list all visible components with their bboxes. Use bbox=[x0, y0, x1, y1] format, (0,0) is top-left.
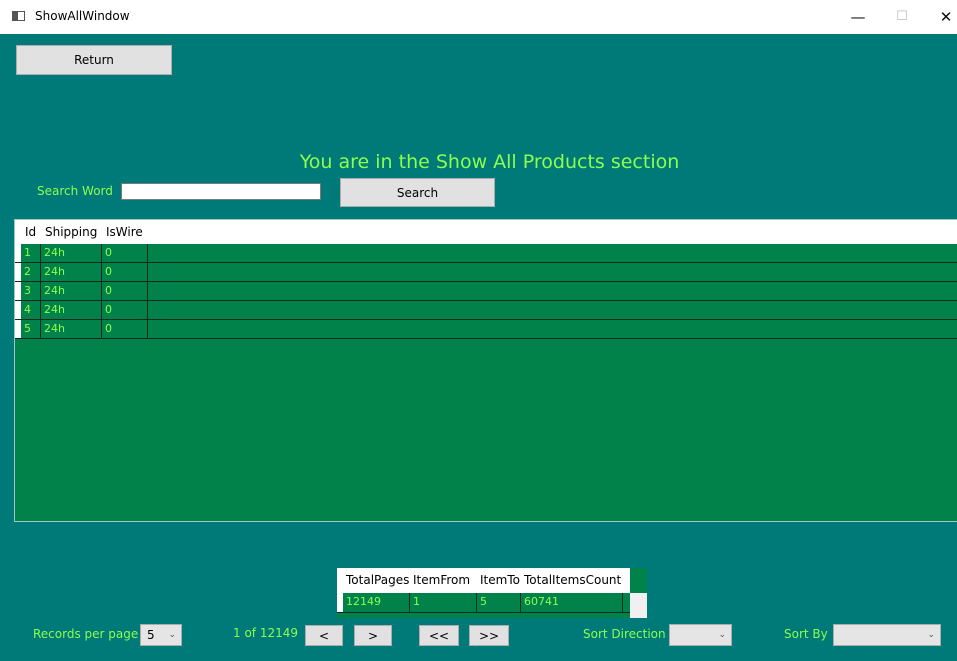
close-button[interactable]: ✕ bbox=[926, 4, 957, 30]
sort-by-select[interactable]: ⌄ bbox=[833, 624, 941, 646]
chevron-down-icon: ⌄ bbox=[168, 630, 176, 640]
window-client-area: Return You are in the Show All Products … bbox=[0, 34, 957, 661]
sort-direction-select[interactable]: ⌄ bbox=[669, 624, 732, 646]
minimize-button[interactable]: — bbox=[838, 4, 878, 30]
table-row[interactable]: 3 24h 0 bbox=[15, 282, 957, 301]
records-per-page-select[interactable]: 5 ⌄ bbox=[140, 624, 182, 646]
cell-shipping: 24h bbox=[41, 320, 102, 338]
cell-shipping: 24h bbox=[41, 301, 102, 319]
column-header-id[interactable]: Id bbox=[21, 220, 41, 244]
cell-shipping: 24h bbox=[41, 244, 102, 262]
prev-page-button[interactable]: < bbox=[305, 625, 343, 646]
sort-direction-label: Sort Direction bbox=[583, 627, 666, 641]
pagination-stats-grid[interactable]: TotalPages ItemFrom ItemTo TotalItemsCou… bbox=[337, 568, 647, 618]
page-heading: You are in the Show All Products section bbox=[0, 151, 957, 173]
page-info: 1 of 12149 bbox=[233, 626, 299, 640]
cell-iswire: 0 bbox=[102, 244, 148, 262]
column-header-totalpages[interactable]: TotalPages bbox=[343, 568, 409, 593]
cell-id: 4 bbox=[21, 301, 41, 319]
first-page-button[interactable]: << bbox=[419, 625, 459, 646]
cell-itemto: 5 bbox=[477, 593, 521, 612]
cell-iswire: 0 bbox=[102, 301, 148, 319]
products-grid-header: Id Shipping IsWire bbox=[15, 220, 957, 244]
stats-grid-scrollbar[interactable] bbox=[630, 593, 647, 618]
cell-id: 5 bbox=[21, 320, 41, 338]
search-button[interactable]: Search bbox=[340, 178, 495, 207]
column-header-itemto[interactable]: ItemTo bbox=[477, 568, 523, 593]
cell-iswire: 0 bbox=[102, 320, 148, 338]
cell-iswire: 0 bbox=[102, 282, 148, 300]
page-heading-text: You are in the Show All Products section bbox=[299, 151, 680, 173]
products-grid[interactable]: Id Shipping IsWire 1 24h 0 2 24h 0 3 24h… bbox=[14, 219, 957, 522]
cell-iswire: 0 bbox=[102, 263, 148, 281]
column-header-totalitemscount[interactable]: TotalItemsCount bbox=[521, 568, 626, 593]
table-row[interactable]: 1 24h 0 bbox=[15, 244, 957, 263]
app-icon bbox=[12, 11, 25, 21]
column-header-shipping[interactable]: Shipping bbox=[41, 220, 102, 244]
records-per-page-label: Records per page bbox=[33, 627, 139, 641]
column-header-itemfrom[interactable]: ItemFrom bbox=[410, 568, 476, 593]
title-bar: ShowAllWindow — ☐ ✕ bbox=[0, 0, 957, 34]
cell-shipping: 24h bbox=[41, 263, 102, 281]
window-title: ShowAllWindow bbox=[35, 9, 130, 23]
cell-id: 3 bbox=[21, 282, 41, 300]
cell-totalpages: 12149 bbox=[343, 593, 410, 612]
column-header-iswire[interactable]: IsWire bbox=[102, 220, 148, 244]
cell-shipping: 24h bbox=[41, 282, 102, 300]
search-word-label: Search Word bbox=[37, 184, 113, 198]
search-input[interactable] bbox=[121, 183, 321, 200]
cell-itemfrom: 1 bbox=[410, 593, 477, 612]
cell-totalitemscount: 60741 bbox=[521, 593, 623, 612]
records-per-page-value: 5 bbox=[147, 628, 155, 642]
products-grid-rows: 1 24h 0 2 24h 0 3 24h 0 4 24h 0 5 24h 0 bbox=[15, 244, 957, 339]
last-page-button[interactable]: >> bbox=[469, 625, 509, 646]
chevron-down-icon: ⌄ bbox=[718, 630, 726, 640]
return-button[interactable]: Return bbox=[16, 45, 172, 75]
sort-by-label: Sort By bbox=[784, 627, 828, 641]
stats-grid-header: TotalPages ItemFrom ItemTo TotalItemsCou… bbox=[337, 568, 630, 593]
table-row[interactable]: 2 24h 0 bbox=[15, 263, 957, 282]
table-row[interactable]: 5 24h 0 bbox=[15, 320, 957, 339]
table-row[interactable]: 4 24h 0 bbox=[15, 301, 957, 320]
chevron-down-icon: ⌄ bbox=[927, 630, 935, 640]
maximize-button[interactable]: ☐ bbox=[882, 4, 922, 30]
next-page-button[interactable]: > bbox=[354, 625, 392, 646]
cell-id: 1 bbox=[21, 244, 41, 262]
table-row[interactable]: 12149 1 5 60741 bbox=[337, 593, 630, 613]
cell-id: 2 bbox=[21, 263, 41, 281]
